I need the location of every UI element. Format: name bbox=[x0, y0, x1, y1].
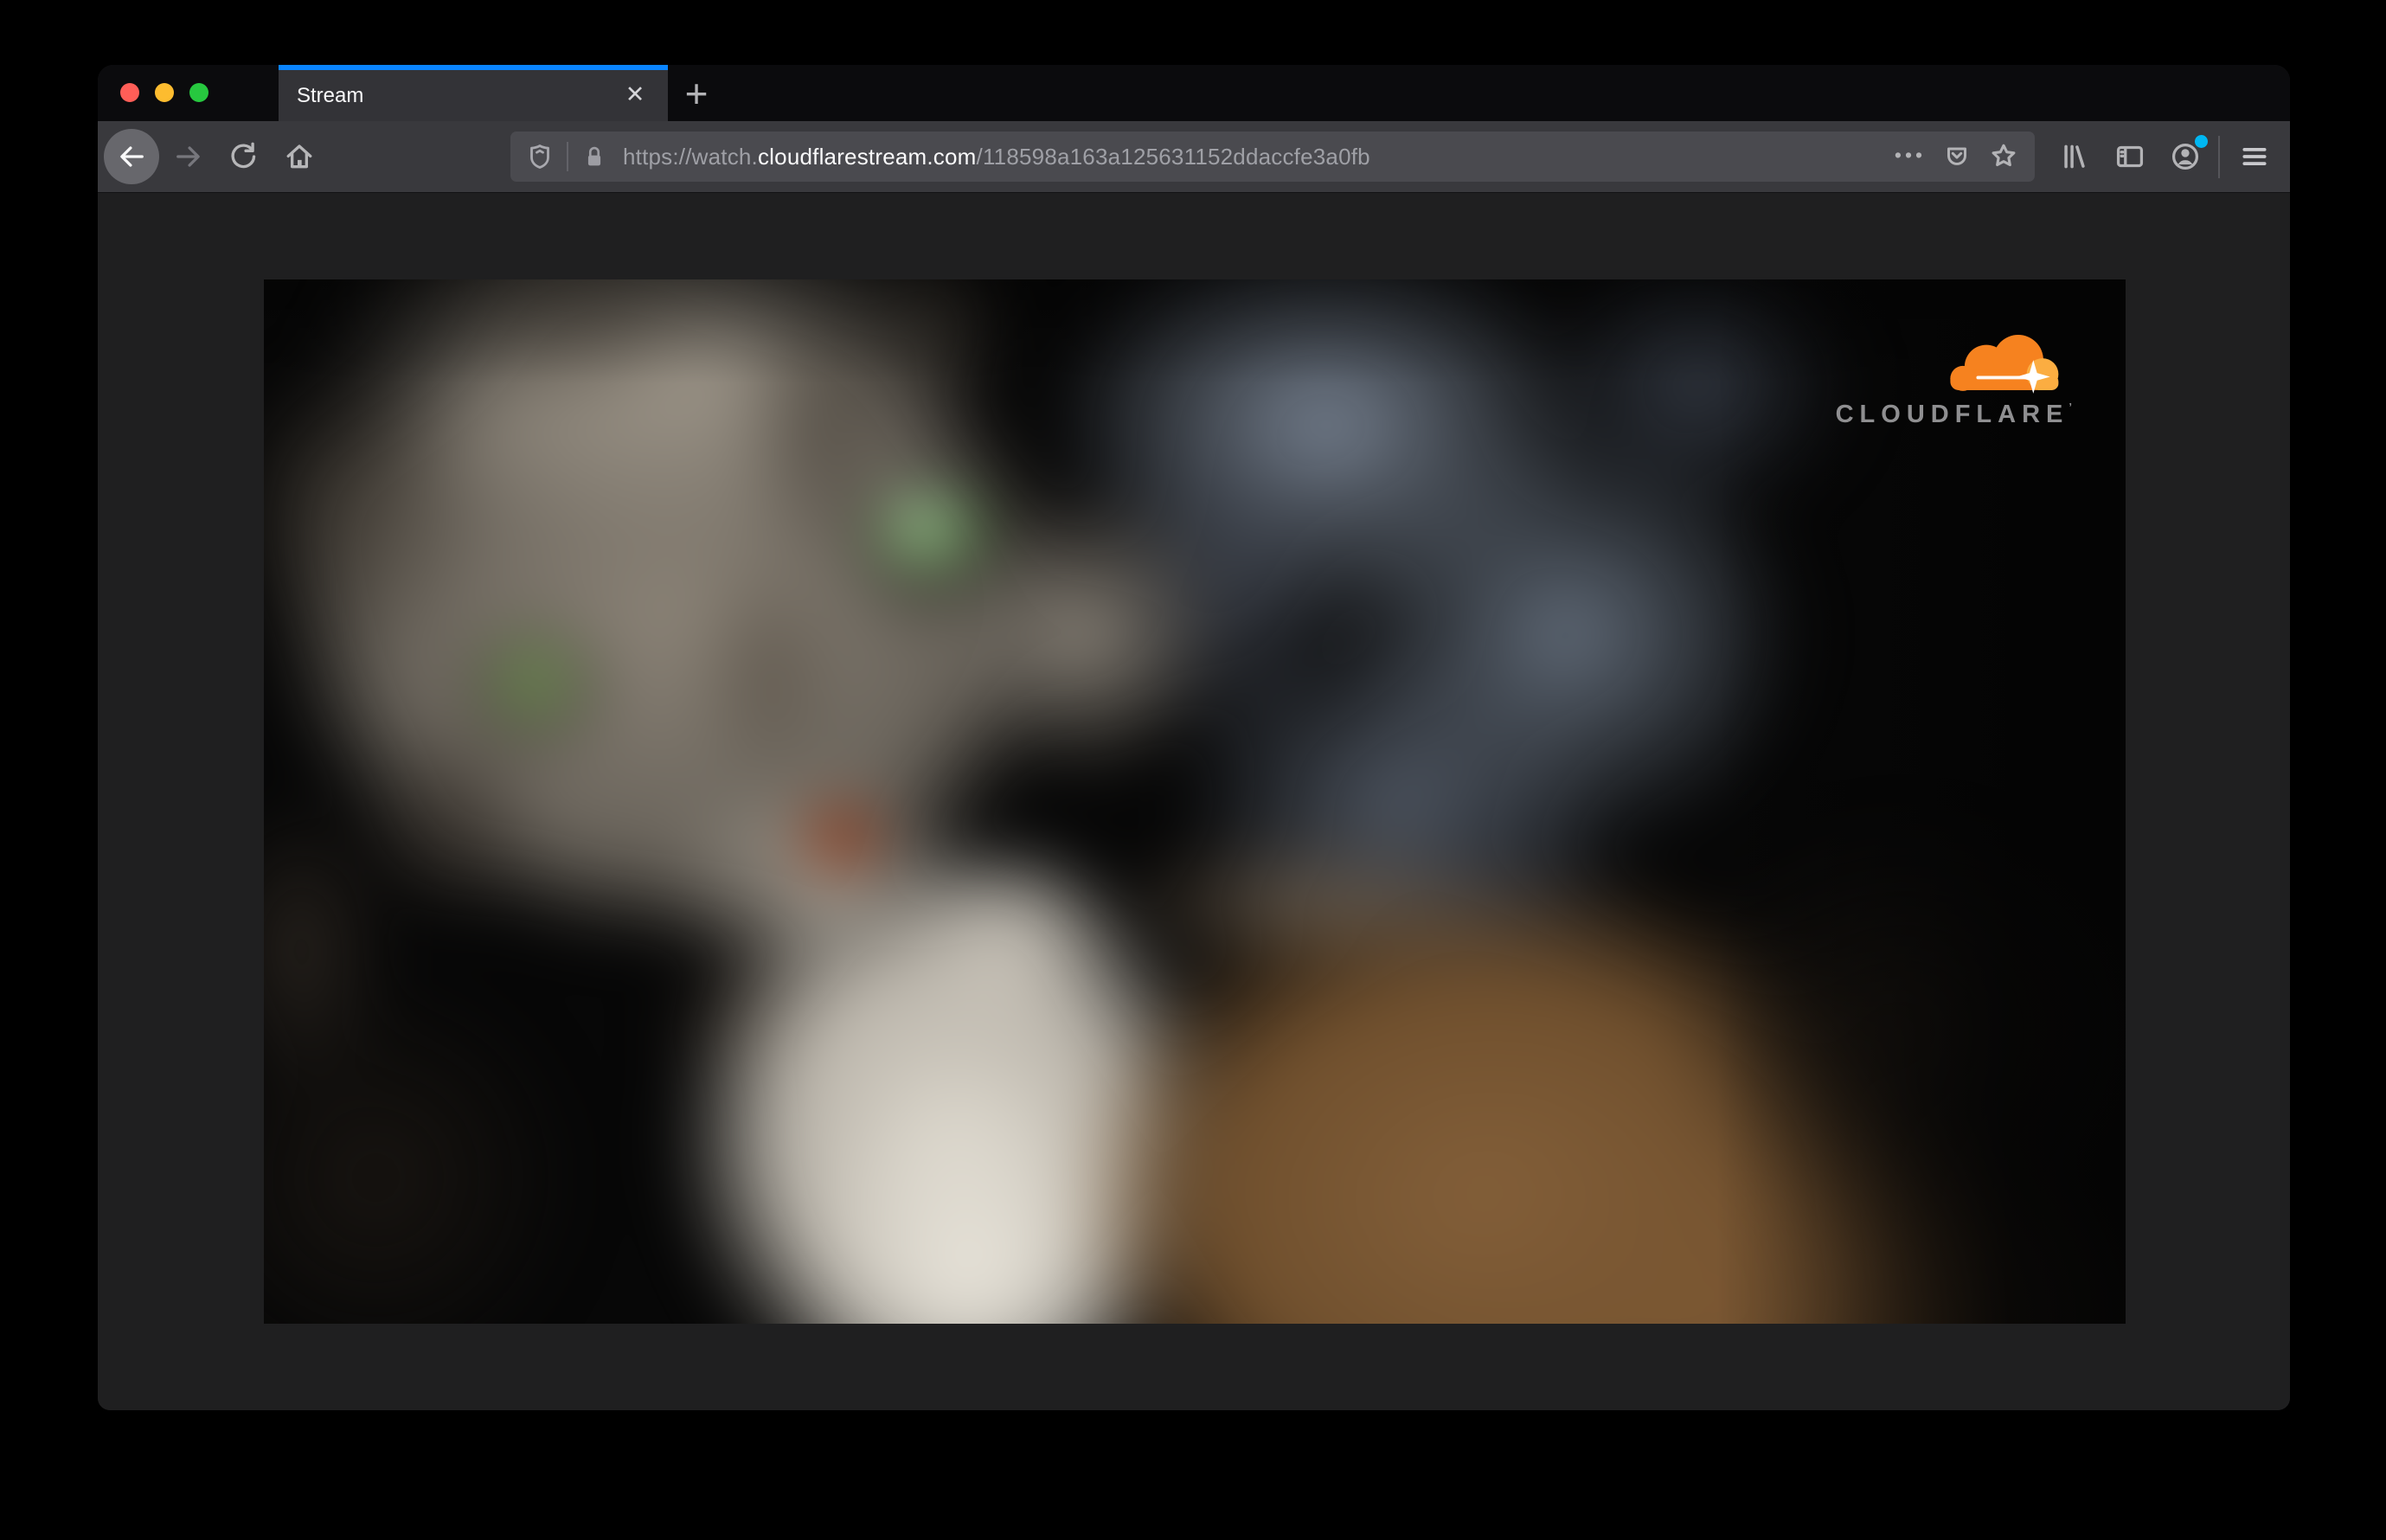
bookmark-star-icon[interactable] bbox=[1985, 138, 2023, 176]
tracking-protection-shield-icon[interactable] bbox=[524, 141, 555, 172]
video-vignette bbox=[264, 279, 2126, 1324]
cloudflare-cloud-logo-icon bbox=[1950, 335, 2059, 394]
back-button[interactable] bbox=[104, 129, 159, 184]
navigation-toolbar: https://watch.cloudflarestream.com/11859… bbox=[98, 121, 2290, 193]
close-window-button[interactable] bbox=[120, 83, 139, 102]
url-domain: cloudflarestream.com bbox=[757, 143, 977, 170]
tab-title: Stream bbox=[297, 84, 364, 107]
reload-icon bbox=[226, 139, 260, 174]
home-icon bbox=[282, 139, 317, 174]
url-prefix: https://watch. bbox=[623, 143, 758, 170]
back-arrow-icon bbox=[114, 139, 149, 174]
browser-window: Stream ✕ + https://watch.cloudflarestrea… bbox=[98, 65, 2290, 1410]
page-actions-icon[interactable]: ••• bbox=[1891, 138, 1929, 176]
toolbar-separator bbox=[2218, 136, 2220, 178]
tab-bar: Stream ✕ + bbox=[98, 65, 2290, 121]
trademark-mark: ’ bbox=[2069, 401, 2072, 414]
forward-button[interactable] bbox=[170, 138, 208, 176]
address-bar-divider bbox=[567, 142, 568, 171]
window-controls bbox=[98, 65, 271, 121]
minimize-window-button[interactable] bbox=[155, 83, 174, 102]
forward-arrow-icon bbox=[171, 139, 206, 174]
new-tab-button[interactable]: + bbox=[676, 72, 717, 115]
library-icon[interactable] bbox=[2056, 138, 2094, 176]
cloudflare-wordmark: CLOUDFLARE’ bbox=[1835, 401, 2072, 428]
url-path: /118598a163a125631152ddaccfe3a0fb bbox=[976, 143, 1370, 170]
account-icon[interactable] bbox=[2166, 135, 2208, 176]
tab-close-icon[interactable]: ✕ bbox=[618, 77, 652, 112]
home-button[interactable] bbox=[280, 138, 318, 176]
cloudflare-watermark: CLOUDFLARE’ bbox=[1786, 328, 2072, 429]
tab-stream[interactable]: Stream ✕ bbox=[279, 65, 668, 121]
sidebar-icon[interactable] bbox=[2111, 138, 2149, 176]
account-notification-dot bbox=[2195, 135, 2208, 148]
url-text[interactable]: https://watch.cloudflarestream.com/11859… bbox=[623, 144, 1370, 170]
pocket-icon[interactable] bbox=[1938, 138, 1976, 176]
hamburger-menu-icon[interactable] bbox=[2235, 138, 2274, 176]
zoom-window-button[interactable] bbox=[189, 83, 208, 102]
video-player[interactable]: CLOUDFLARE’ bbox=[264, 279, 2126, 1324]
https-lock-icon[interactable] bbox=[580, 142, 609, 171]
reload-button[interactable] bbox=[224, 138, 262, 176]
address-bar[interactable]: https://watch.cloudflarestream.com/11859… bbox=[510, 132, 2035, 182]
